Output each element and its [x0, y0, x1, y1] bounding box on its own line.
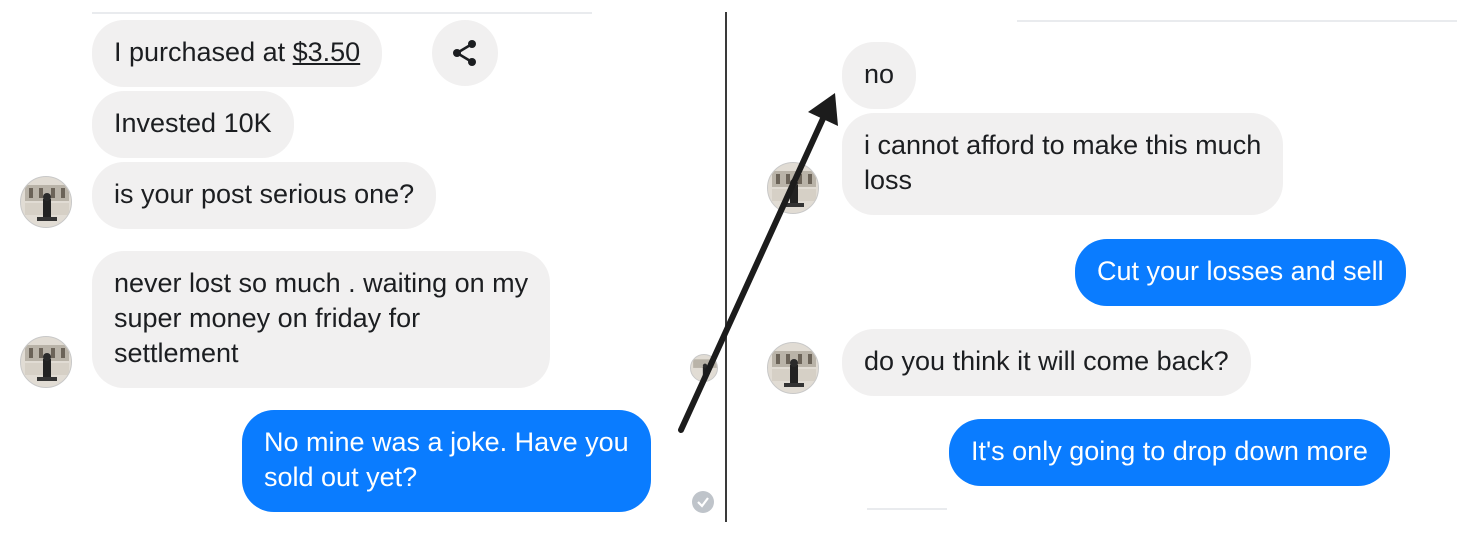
message-line: never lost so much . waiting on my [114, 268, 529, 298]
message-line: sold out yet? [264, 462, 418, 492]
message-line: i cannot afford to make this much [864, 130, 1262, 160]
message-text: do you think it will come back? [864, 346, 1229, 376]
message-bubble-joke[interactable]: No mine was a joke. Have you sold out ye… [242, 410, 651, 512]
avatar-photo [691, 355, 717, 381]
message-bubble-drop-down[interactable]: It's only going to drop down more [949, 419, 1390, 486]
contact-avatar[interactable] [20, 336, 72, 388]
message-line: loss [864, 165, 913, 195]
contact-avatar[interactable] [767, 162, 819, 214]
price-link[interactable]: $3.50 [293, 37, 361, 67]
message-bubble-serious[interactable]: is your post serious one? [92, 162, 437, 229]
message-text: Cut your losses and sell [1097, 256, 1384, 286]
share-icon [453, 40, 476, 66]
share-button[interactable] [432, 20, 498, 86]
message-bubble-invested[interactable]: Invested 10K [92, 91, 294, 158]
right-chat-panel: no i cannot afford to make this much los… [727, 0, 1458, 540]
read-receipt [692, 491, 714, 513]
message-bubble-never-lost[interactable]: never lost so much . waiting on my super… [92, 251, 551, 388]
message-text: is your post serious one? [114, 179, 415, 209]
top-divider [92, 12, 592, 14]
avatar-photo [21, 337, 71, 387]
message-bubble-purchase[interactable]: I purchased at $3.50 [92, 20, 383, 87]
message-bubble-come-back[interactable]: do you think it will come back? [842, 329, 1251, 396]
message-bubble-afford[interactable]: i cannot afford to make this much loss [842, 113, 1284, 215]
message-line: No mine was a joke. Have you [264, 427, 629, 457]
avatar-photo [768, 163, 818, 213]
message-bubble-cut-losses[interactable]: Cut your losses and sell [1075, 239, 1406, 306]
contact-avatar[interactable] [20, 176, 72, 228]
message-text: It's only going to drop down more [971, 436, 1368, 466]
bottom-divider [867, 508, 947, 510]
message-line: super money on friday for [114, 303, 421, 333]
left-chat-panel: I purchased at $3.50 Invested 10K is you… [0, 0, 725, 540]
contact-avatar-small [690, 354, 718, 382]
message-line: settlement [114, 338, 239, 368]
top-divider [1017, 20, 1457, 22]
avatar-photo [768, 343, 818, 393]
message-text: I purchased at [114, 37, 293, 67]
contact-avatar[interactable] [767, 342, 819, 394]
avatar-photo [21, 177, 71, 227]
check-icon [697, 497, 709, 508]
message-text: Invested 10K [114, 108, 272, 138]
message-text: no [864, 59, 895, 89]
message-bubble-no[interactable]: no [842, 42, 917, 109]
